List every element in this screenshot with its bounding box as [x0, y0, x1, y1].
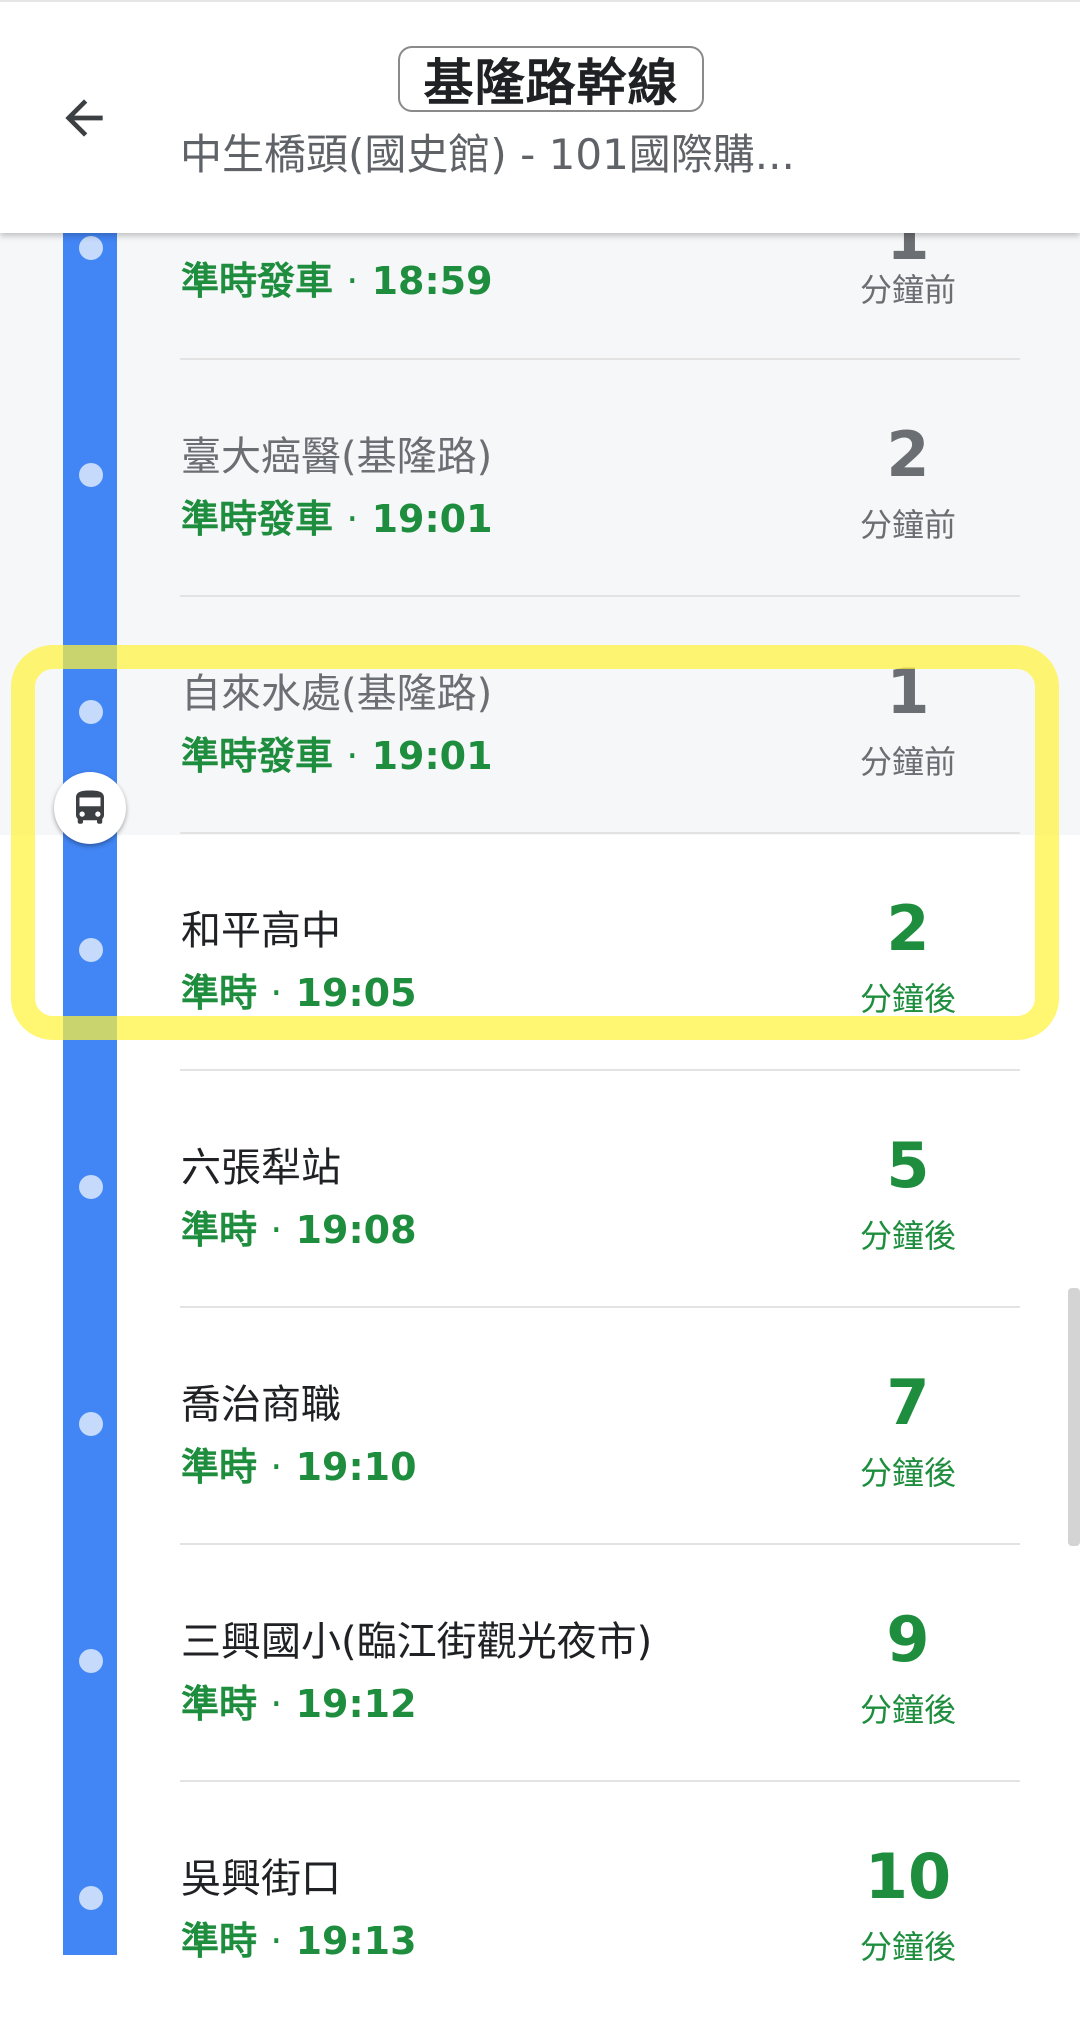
minutes-count: 2	[886, 418, 930, 491]
minutes-count: 10	[864, 1840, 952, 1913]
stop-name: 三興國小(臨江街觀光夜市)	[181, 1619, 653, 1665]
list-item[interactable]: 三興國小(臨江街觀光夜市) 準時 · 19:12 9 分鐘後	[0, 1545, 1080, 1782]
route-line	[63, 231, 117, 1955]
stop-dot	[79, 938, 103, 962]
list-item[interactable]: 喬治商職 準時 · 19:10 7 分鐘後	[0, 1308, 1080, 1545]
stop-dot	[79, 463, 103, 487]
stop-status: 準時發車 · 19:01	[181, 734, 493, 778]
minutes-count: 7	[886, 1366, 930, 1439]
minutes-unit: 分鐘後	[859, 1217, 956, 1255]
stop-dot	[79, 1649, 103, 1673]
list-item[interactable]: 和平高中 準時 · 19:05 2 分鐘後	[0, 834, 1080, 1071]
stop-name: 喬治商職	[181, 1382, 341, 1428]
route-direction: 中生橋頭(國史館) - 101國際購...	[180, 130, 795, 179]
minutes-unit: 分鐘後	[859, 1691, 956, 1729]
minutes-unit: 分鐘後	[859, 980, 956, 1018]
minutes-unit: 分鐘前	[859, 506, 956, 544]
minutes-unit: 分鐘前	[859, 743, 956, 781]
stop-status: 準時發車 · 19:01	[181, 497, 493, 541]
minutes-unit: 分鐘後	[859, 1454, 956, 1492]
stop-status: 準時發車 · 18:59	[181, 259, 493, 303]
stop-dot	[79, 1175, 103, 1199]
stop-name: 六張犁站	[181, 1145, 341, 1191]
arrow-left-icon	[65, 99, 103, 137]
stop-name: 吳興街口	[181, 1856, 341, 1902]
stop-dot	[79, 700, 103, 724]
stop-dot	[79, 1412, 103, 1436]
bus-icon	[76, 790, 104, 824]
stop-status: 準時 · 19:08	[181, 1208, 417, 1252]
back-button[interactable]	[46, 80, 122, 156]
minutes-count: 1	[886, 655, 930, 728]
stop-name: 和平高中	[181, 908, 341, 954]
list-item[interactable]: 吳興街口 準時 · 19:13 10 分鐘後	[0, 1782, 1080, 2019]
list-item[interactable]: 六張犁站 準時 · 19:08 5 分鐘後	[0, 1071, 1080, 1308]
minutes-count: 9	[886, 1603, 930, 1676]
minutes-count: 2	[886, 892, 930, 965]
bus-position-marker[interactable]	[54, 772, 126, 844]
stop-name: 臺大癌醫(基隆路)	[181, 434, 493, 480]
route-title: 基隆路幹線	[398, 46, 704, 112]
app-header: 基隆路幹線 中生橋頭(國史館) - 101國際購...	[0, 0, 1080, 233]
minutes-unit: 分鐘後	[859, 1928, 956, 1966]
stop-dot	[79, 1886, 103, 1910]
minutes-unit: 分鐘前	[859, 271, 956, 309]
list-item[interactable]: 臺大癌醫(基隆路) 準時發車 · 19:01 2 分鐘前	[0, 360, 1080, 597]
stop-status: 準時 · 19:12	[181, 1682, 417, 1726]
minutes-count: 5	[886, 1129, 930, 1202]
stop-name: 自來水處(基隆路)	[181, 671, 493, 717]
scrollbar[interactable]	[1068, 1288, 1080, 1546]
stop-status: 準時 · 19:10	[181, 1445, 417, 1489]
stop-list[interactable]: 準時發車 · 18:59 1 分鐘前 臺大癌醫(基隆路) 準時發車 · 19:0…	[0, 0, 1080, 1966]
stop-dot	[79, 236, 103, 260]
stop-status: 準時 · 19:13	[181, 1919, 417, 1963]
stop-status: 準時 · 19:05	[181, 971, 417, 1015]
list-item[interactable]: 自來水處(基隆路) 準時發車 · 19:01 1 分鐘前	[0, 597, 1080, 834]
